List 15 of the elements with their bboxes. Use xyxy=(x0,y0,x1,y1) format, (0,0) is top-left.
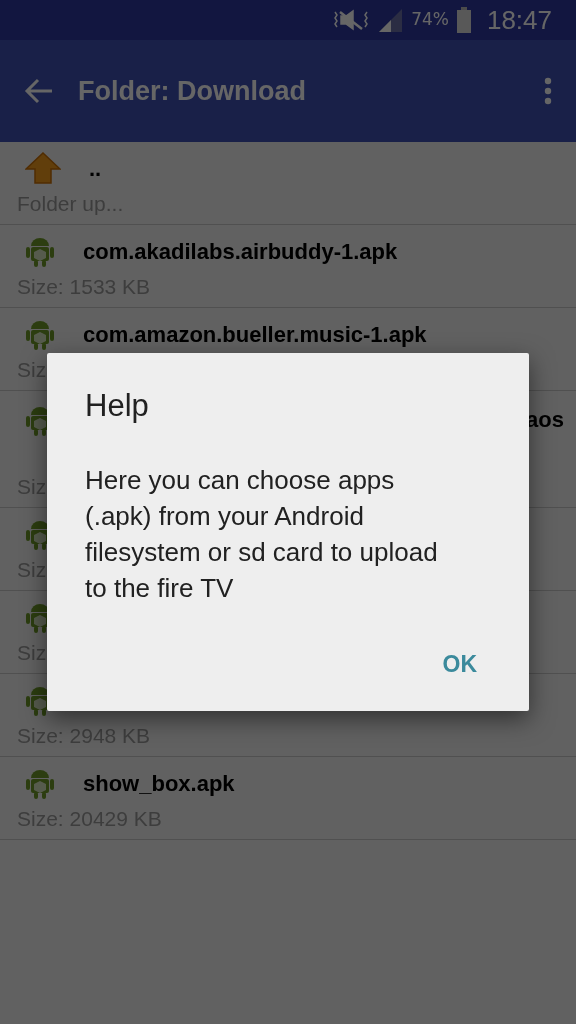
dialog-message: Here you can choose apps (.apk) from your Android filesystem or sd card to upload to the fire TV xyxy=(85,464,439,606)
screen-title: Folder: Download xyxy=(78,74,307,108)
signal-icon xyxy=(377,7,404,33)
clock: 18:47 xyxy=(486,3,552,37)
up-arrow-icon xyxy=(25,152,61,184)
file-name[interactable]: com.amazon.bueller.music-1.apk xyxy=(83,317,427,351)
ok-button[interactable]: OK xyxy=(428,640,491,687)
file-name[interactable]: com.akadilabs.airbuddy-1.apk xyxy=(83,234,398,268)
battery-percent: 74% xyxy=(411,8,449,32)
parent-folder-name[interactable]: .. xyxy=(89,151,102,185)
file-name[interactable]: show_box.apk xyxy=(83,766,235,800)
back-arrow-icon[interactable] xyxy=(24,78,54,104)
mute-vibrate-icon xyxy=(333,9,370,31)
dialog-title: Help xyxy=(85,387,150,425)
battery-icon xyxy=(456,7,471,33)
